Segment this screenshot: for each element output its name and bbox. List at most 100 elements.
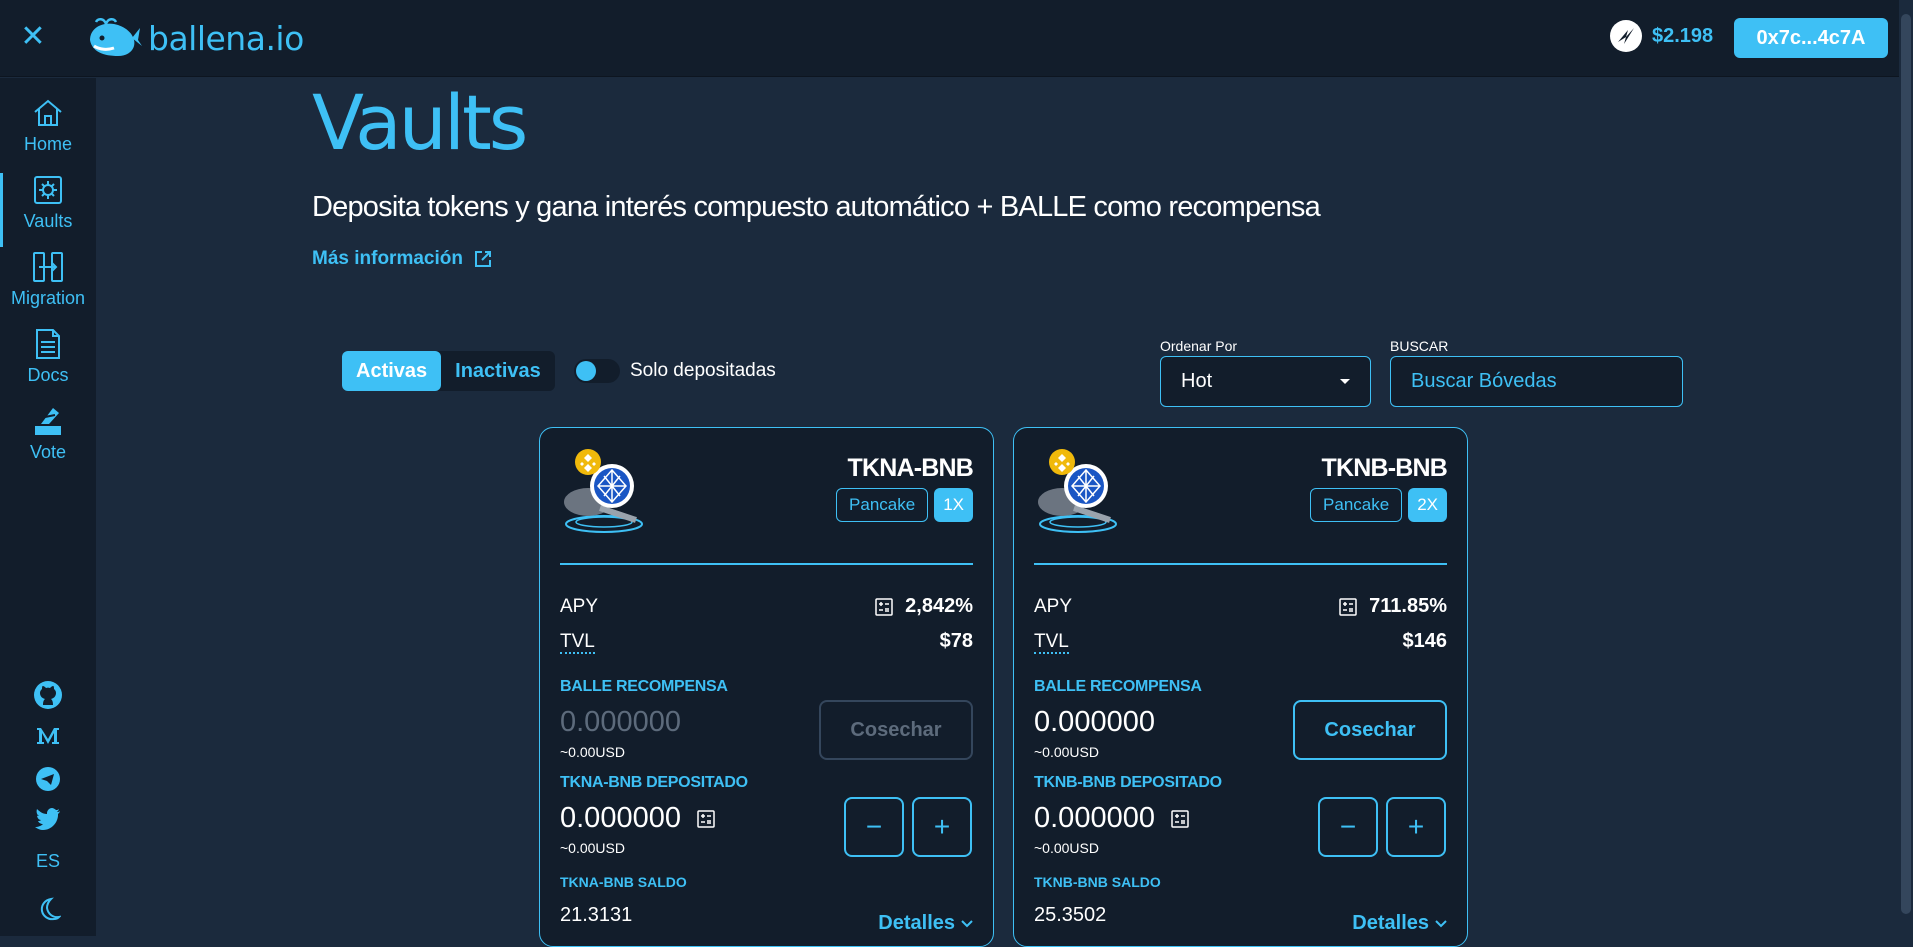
- deposit-amount-row: 0.000000: [1034, 802, 1189, 835]
- scrollbar[interactable]: [1899, 0, 1913, 936]
- deposit-amount-row: 0.000000: [560, 802, 715, 835]
- tvl-label-text: TVL: [560, 631, 595, 654]
- sidebar: Home Vaults Migration Docs Vote ES: [0, 78, 96, 936]
- more-info-link[interactable]: Más información: [312, 248, 493, 270]
- vote-icon: [35, 408, 61, 435]
- vault-tags: Pancake 2X: [1310, 488, 1447, 522]
- wallet-address-button[interactable]: 0x7c...4c7A: [1734, 18, 1888, 58]
- deposit-usd: ~0.00USD: [1034, 840, 1099, 856]
- vault-token-logo: [1038, 449, 1117, 533]
- telegram-link[interactable]: [0, 766, 96, 792]
- close-menu-icon[interactable]: ✕: [18, 22, 48, 52]
- twitter-link[interactable]: [0, 808, 96, 830]
- plus-icon: +: [1407, 811, 1425, 842]
- brand-logo[interactable]: ballena.io: [86, 14, 304, 62]
- sidebar-item-label: Docs: [27, 365, 69, 385]
- chevron-down-icon: [1435, 919, 1447, 927]
- reward-title: BALLE RECOMPENSA: [560, 678, 728, 695]
- search-input[interactable]: [1390, 356, 1683, 407]
- deposited-only-toggle[interactable]: [574, 359, 620, 383]
- deposit-amount: 0.000000: [1034, 802, 1155, 834]
- platform-tag[interactable]: Pancake: [836, 488, 929, 522]
- platform-tag[interactable]: Pancake: [1310, 488, 1403, 522]
- calculator-icon[interactable]: [1339, 597, 1357, 616]
- tab-activas[interactable]: Activas: [342, 351, 442, 391]
- sidebar-item-label: Vote: [29, 442, 67, 462]
- reward-usd: ~0.00USD: [1034, 744, 1099, 760]
- details-label: Detalles: [878, 912, 955, 934]
- calculator-icon[interactable]: [1171, 809, 1189, 828]
- theme-toggle[interactable]: [0, 896, 96, 922]
- apy-value: 2,842%: [905, 595, 973, 617]
- sidebar-item-label: Home: [23, 134, 72, 154]
- balance-value: 21.3131: [560, 904, 633, 926]
- sidebar-item-vaults[interactable]: Vaults: [0, 173, 96, 247]
- minus-icon: −: [1339, 811, 1357, 842]
- reward-amount: 0.000000: [560, 706, 681, 738]
- twitter-icon: [35, 808, 60, 830]
- sidebar-item-home[interactable]: Home: [0, 96, 96, 170]
- deposit-button[interactable]: +: [912, 797, 972, 857]
- balance-title: TKNA-BNB SALDO: [560, 874, 687, 890]
- harvest-button[interactable]: Cosechar: [1293, 700, 1447, 760]
- top-bar: ✕ ballena.io $2.198 0x7c...4c7A: [0, 0, 1913, 77]
- tvl-label: TVL: [1034, 631, 1069, 654]
- token-price: $2.198: [1610, 20, 1713, 52]
- migration-icon: [33, 252, 63, 282]
- vault-card: TKNB-BNB Pancake 2X APY 711.85% TVL $146…: [1013, 427, 1468, 947]
- balance-title: TKNB-BNB SALDO: [1034, 874, 1161, 890]
- multiplier-badge: 1X: [934, 488, 973, 522]
- sidebar-item-migration[interactable]: Migration: [0, 250, 96, 324]
- deposit-usd: ~0.00USD: [560, 840, 625, 856]
- deposited-only-label: Solo depositadas: [630, 360, 776, 381]
- github-link[interactable]: [0, 680, 96, 710]
- vault-tags: Pancake 1X: [836, 488, 973, 522]
- card-divider: [560, 563, 973, 565]
- docs-icon: [36, 329, 60, 359]
- telegram-icon: [36, 767, 60, 791]
- sort-select[interactable]: Hot: [1160, 356, 1371, 407]
- harvest-button[interactable]: Cosechar: [819, 700, 973, 760]
- calculator-icon[interactable]: [697, 809, 715, 828]
- deposit-amount: 0.000000: [560, 802, 681, 834]
- tab-inactivas[interactable]: Inactivas: [441, 351, 555, 391]
- language-selector[interactable]: ES: [0, 851, 96, 872]
- language-label: ES: [35, 851, 60, 871]
- vault-name: TKNB-BNB: [1321, 454, 1447, 482]
- sidebar-item-label: Migration: [10, 288, 86, 308]
- deposit-button[interactable]: +: [1386, 797, 1446, 857]
- whale-icon: [90, 18, 142, 56]
- withdraw-button[interactable]: −: [1318, 797, 1378, 857]
- multiplier-badge: 2X: [1408, 488, 1447, 522]
- medium-link[interactable]: [0, 726, 96, 744]
- apy-label: APY: [560, 596, 599, 617]
- sidebar-item-vote[interactable]: Vote: [0, 404, 96, 478]
- caret-down-icon: [1340, 379, 1350, 384]
- tvl-label-text: TVL: [1034, 631, 1069, 654]
- more-info-label: Más información: [312, 248, 463, 269]
- sort-label: Ordenar Por: [1160, 338, 1238, 354]
- reward-title: BALLE RECOMPENSA: [1034, 678, 1202, 695]
- minus-icon: −: [865, 811, 883, 842]
- medium-icon: [37, 728, 59, 744]
- moon-icon: [40, 897, 61, 921]
- balance-value: 25.3502: [1034, 904, 1107, 926]
- calculator-icon[interactable]: [875, 597, 893, 616]
- details-toggle[interactable]: Detalles: [878, 912, 973, 935]
- page-title: Vaults: [312, 78, 528, 167]
- sidebar-item-docs[interactable]: Docs: [0, 327, 96, 401]
- tvl-label: TVL: [560, 631, 595, 654]
- github-icon: [34, 681, 62, 709]
- vault-card: TKNA-BNB Pancake 1X APY 2,842% TVL $78 B…: [539, 427, 994, 947]
- chevron-down-icon: [961, 919, 973, 927]
- details-toggle[interactable]: Detalles: [1352, 912, 1447, 935]
- vault-token-logo: [564, 449, 643, 533]
- apy-label: APY: [1034, 596, 1073, 617]
- vault-status-tabs: Activas Inactivas: [342, 351, 555, 391]
- sort-value: Hot: [1181, 370, 1213, 392]
- toggle-knob: [576, 361, 596, 381]
- scrollbar-thumb[interactable]: [1901, 14, 1911, 914]
- brand-name: ballena.io: [148, 18, 304, 58]
- withdraw-button[interactable]: −: [844, 797, 904, 857]
- search-label: BUSCAR: [1390, 338, 1449, 354]
